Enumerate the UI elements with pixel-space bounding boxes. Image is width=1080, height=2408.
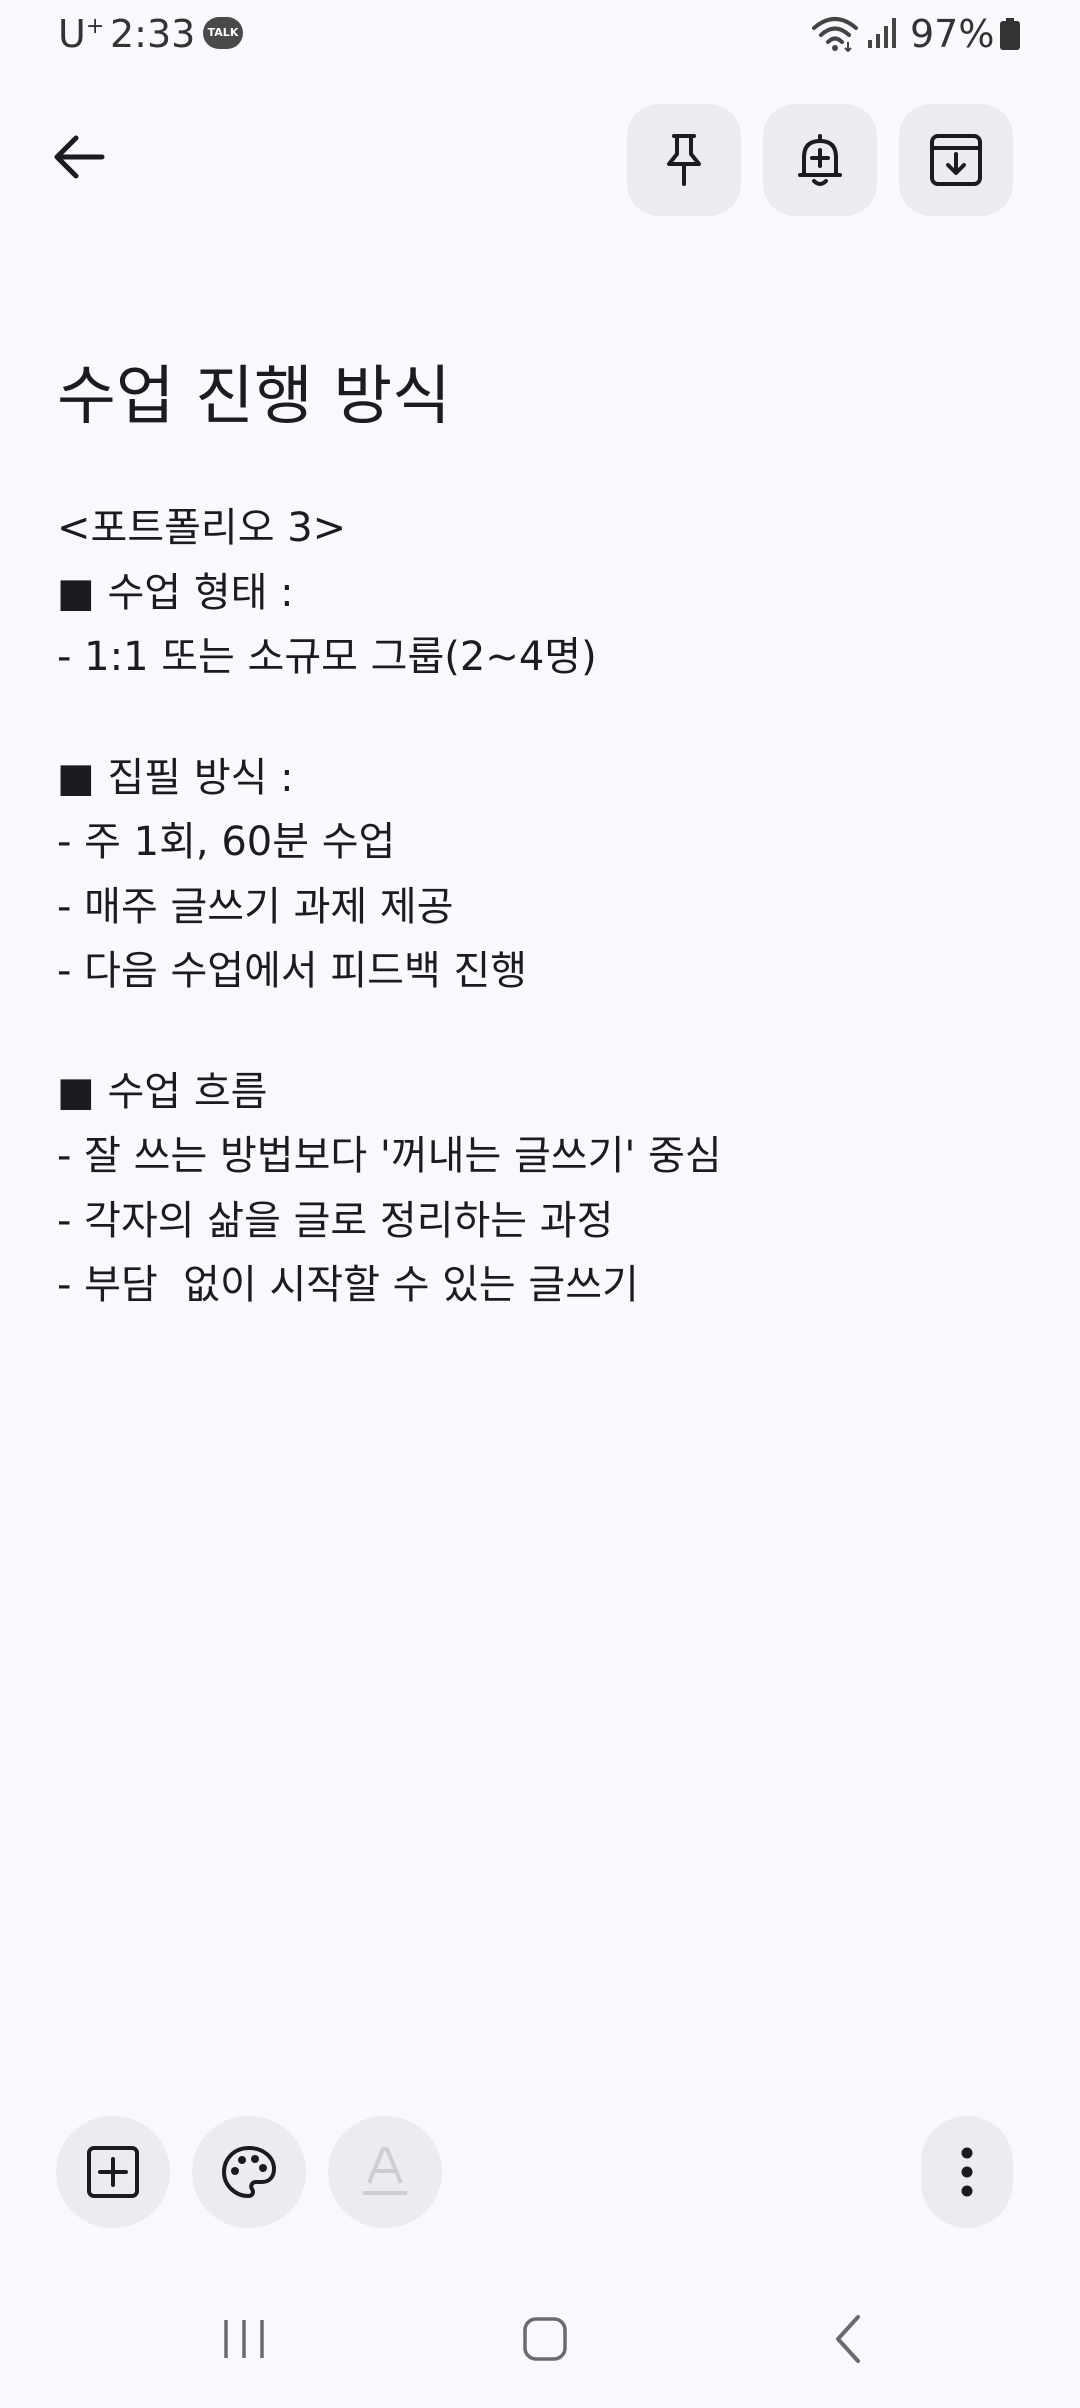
note-line: - 주 1회, 60분 수업 <box>57 819 396 865</box>
carrier-label: U+ <box>58 12 105 56</box>
pin-icon <box>667 134 701 186</box>
palette-icon <box>222 2146 276 2198</box>
note-line: - 잘 쓰는 방법보다 '꺼내는 글쓰기' 중심 <box>57 1133 722 1179</box>
archive-button[interactable] <box>899 104 1013 216</box>
note-title[interactable]: 수업 진행 방식 <box>57 345 451 437</box>
note-body[interactable]: <포트폴리오 3> ■ 수업 형태 : - 1:1 또는 소규모 그룹(2~4명… <box>57 496 1017 1318</box>
note-line: - 부담 없이 시작할 수 있는 글쓰기 <box>57 1262 639 1308</box>
archive-icon <box>930 134 982 186</box>
palette-button[interactable] <box>192 2116 306 2228</box>
note-line: - 각자의 삶을 글로 정리하는 과정 <box>57 1197 614 1244</box>
note-line: ■ 수업 흐름 <box>57 1068 268 1115</box>
note-line: ■ 수업 형태 : <box>57 569 294 616</box>
back-arrow-icon[interactable] <box>48 126 110 188</box>
wifi-icon <box>812 17 858 52</box>
reminder-button[interactable] <box>763 104 877 216</box>
home-icon[interactable] <box>522 2316 568 2362</box>
kakaotalk-icon: TALK <box>203 17 243 49</box>
nav-back-icon[interactable] <box>832 2314 864 2364</box>
battery-percent: 97% <box>910 12 995 56</box>
note-line: <포트폴리오 3> <box>57 505 347 551</box>
note-line: - 다음 수업에서 피드백 진행 <box>57 948 528 994</box>
more-vertical-icon <box>961 2147 973 2197</box>
note-line-blank <box>57 1004 1017 1060</box>
note-line: - 매주 글쓰기 과제 제공 <box>57 883 454 930</box>
status-bar: U+ 2:33 TALK 97% <box>0 0 1080 70</box>
signal-icon <box>868 18 896 48</box>
note-line: - 1:1 또는 소규모 그룹(2~4명) <box>57 634 597 680</box>
text-format-button[interactable] <box>328 2116 442 2228</box>
note-line-blank <box>57 690 1017 746</box>
note-editor-screen: U+ 2:33 TALK 97% 수업 진행 방식 <포트폴리오 3> ■ 수업… <box>0 0 1080 2408</box>
text-format-icon <box>363 2147 407 2195</box>
pin-button[interactable] <box>627 104 741 216</box>
battery-icon <box>1000 18 1020 50</box>
add-content-button[interactable] <box>56 2116 170 2228</box>
add-box-icon <box>87 2146 139 2198</box>
clock: 2:33 <box>110 12 196 56</box>
recent-apps-icon[interactable] <box>222 2318 266 2360</box>
more-options-button[interactable] <box>921 2116 1013 2228</box>
bell-plus-icon <box>798 134 842 186</box>
note-line: ■ 집필 방식 : <box>57 754 294 801</box>
